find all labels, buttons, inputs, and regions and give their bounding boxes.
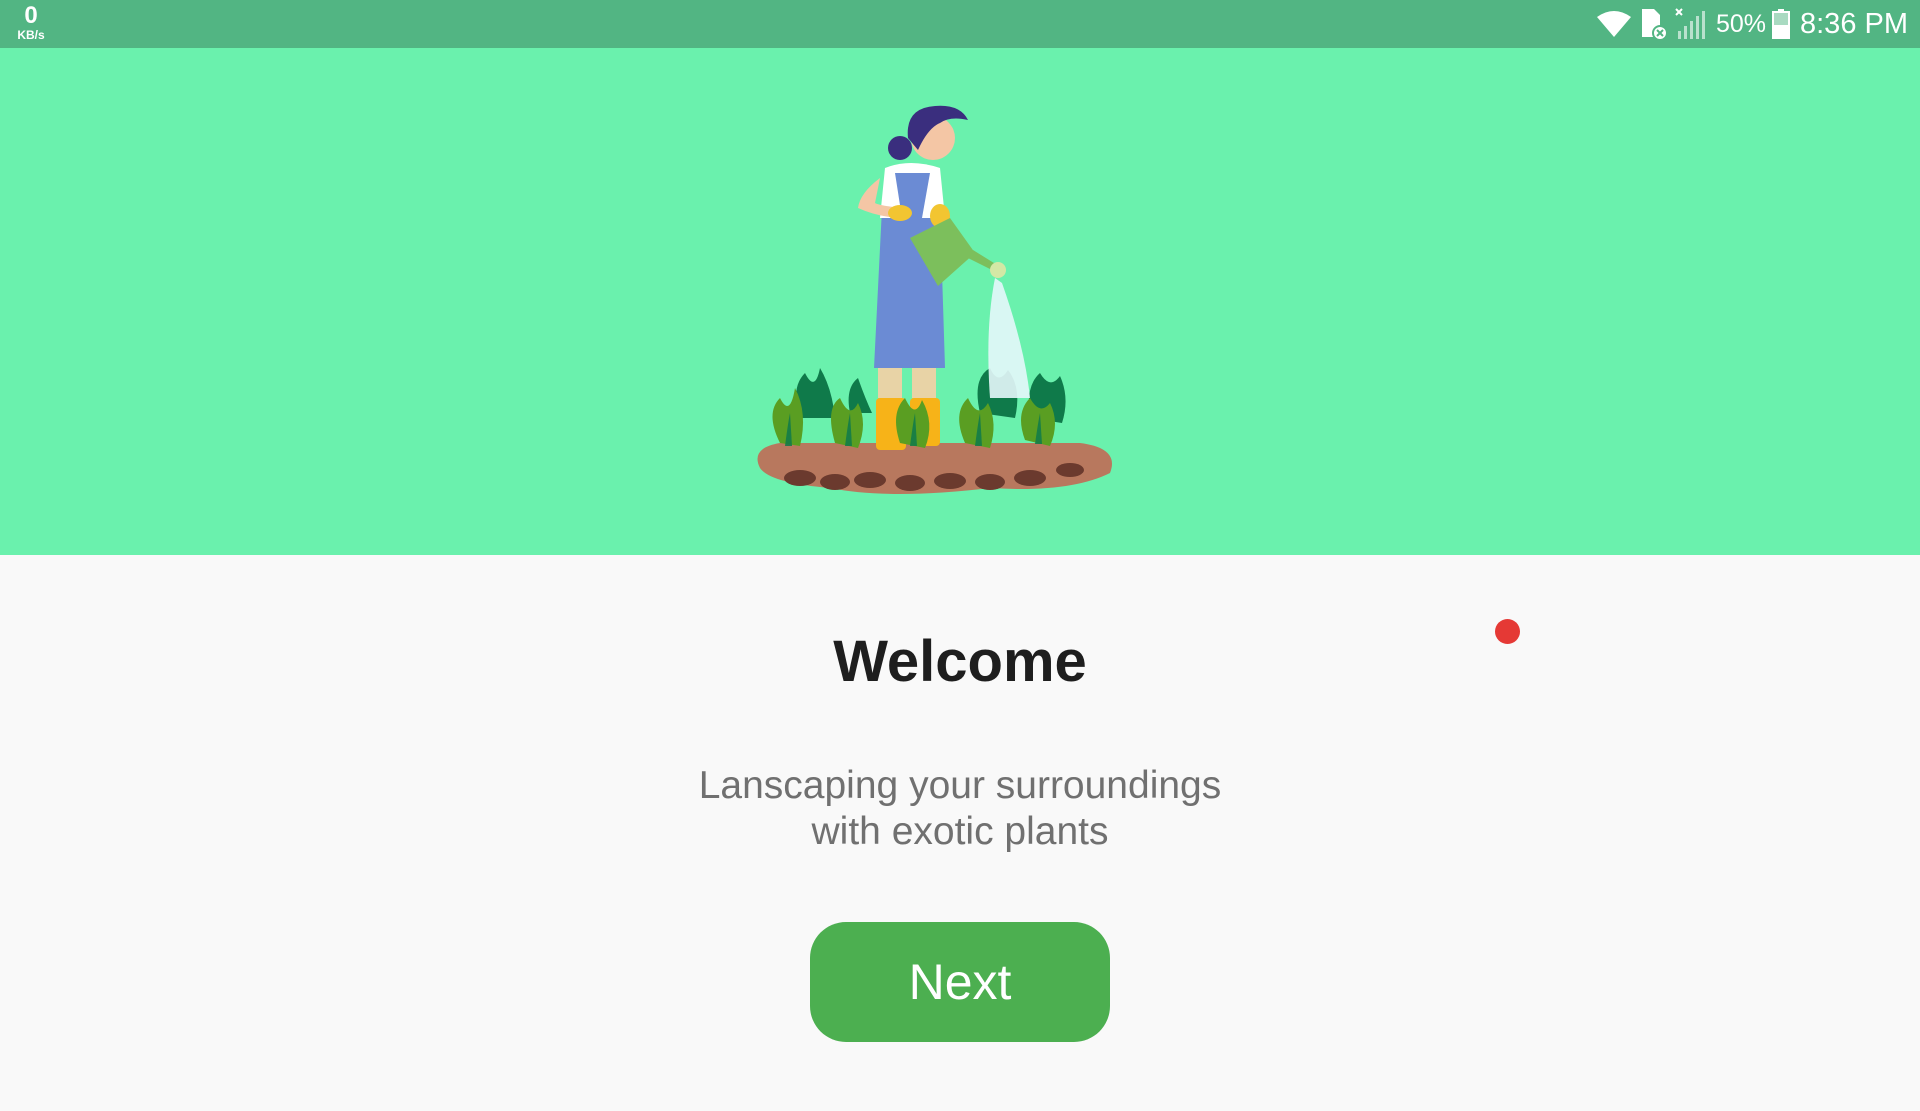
subtitle-line: with exotic plants [811, 810, 1109, 853]
battery-icon [1772, 9, 1790, 39]
battery-percent: 50% [1715, 9, 1766, 38]
welcome-title: Welcome [833, 629, 1087, 694]
network-speed-unit: KB/s [17, 28, 45, 42]
subtitle-line: Lanscaping your surroundings [698, 764, 1222, 807]
network-speed-value: 0 [24, 2, 38, 29]
network-speed-indicator: 0 KB/s [10, 2, 52, 42]
woman-watering-plants-illustration [757, 105, 1112, 494]
onboarding-subtitle: Lanscaping your surroundings with exotic… [560, 763, 1360, 855]
status-bar: 0 KB/s 50% 8:36 PM [0, 0, 1920, 48]
hero-banner [0, 48, 1920, 555]
status-icons: 50% 8:36 PM [1596, 0, 1908, 48]
clock: 8:36 PM [1800, 7, 1908, 40]
signal-icon [1675, 8, 1705, 39]
onboarding-card: Welcome Lanscaping your surroundings wit… [0, 555, 1920, 1111]
wifi-icon [1596, 11, 1631, 37]
next-button[interactable]: Next [810, 922, 1110, 1042]
sim-card-icon [1641, 9, 1668, 41]
notification-dot [1495, 619, 1520, 644]
